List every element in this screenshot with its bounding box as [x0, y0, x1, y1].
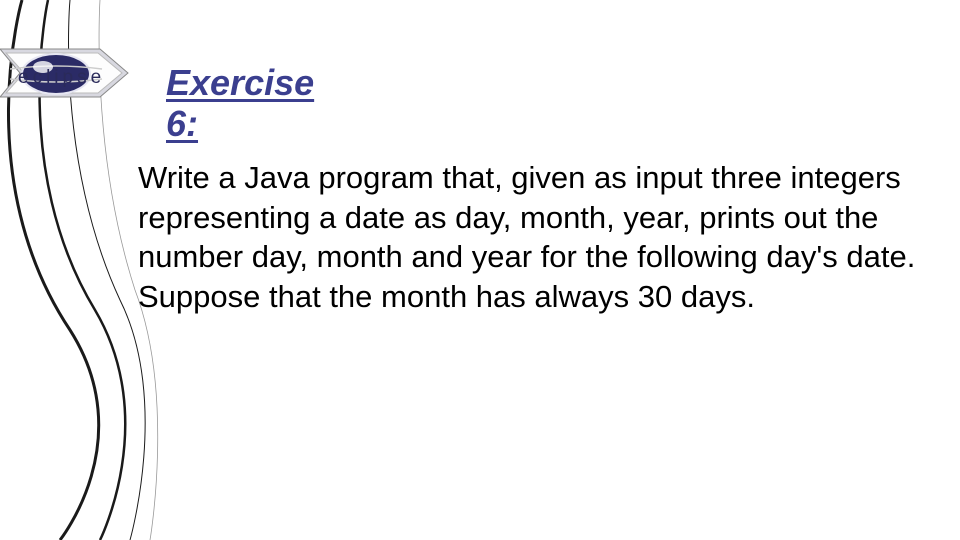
eclipse-logo: eclipse [0, 45, 130, 101]
eclipse-logo-text: eclipse [18, 67, 105, 89]
slide-body-text: Write a Java program that, given as inpu… [138, 158, 920, 317]
slide-title: Exercise 6: [166, 62, 314, 145]
slide-title-line2: 6: [166, 103, 198, 144]
slide-title-line1: Exercise [166, 62, 314, 103]
